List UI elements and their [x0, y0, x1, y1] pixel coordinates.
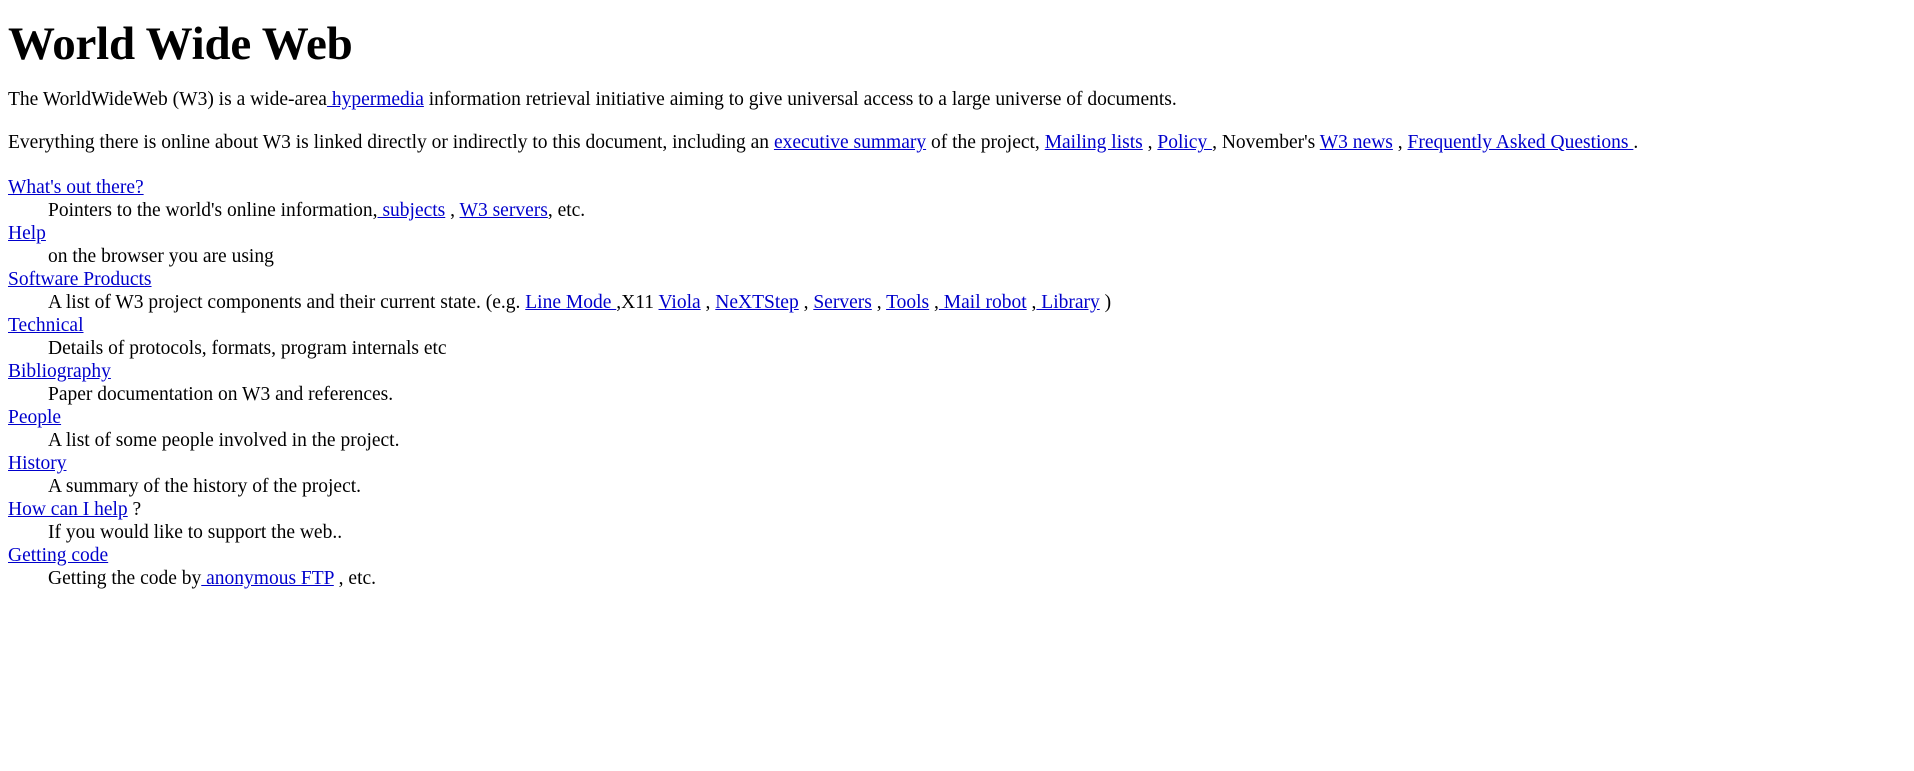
link-subjects[interactable]: subjects: [378, 200, 445, 221]
site-section-list: What's out there? Pointers to the world'…: [8, 176, 1904, 590]
link-bibliography[interactable]: Bibliography: [8, 361, 111, 382]
def-text-1: A summary of the history of the project.: [48, 475, 362, 497]
section-term-whats-out-there: What's out there?: [8, 176, 1904, 199]
section-definition-whats-out-there: Pointers to the world's online informati…: [48, 199, 1904, 222]
term-suffix: ?: [127, 498, 142, 520]
link-executive-summary[interactable]: executive summary: [774, 132, 926, 153]
link-w3-news[interactable]: W3 news: [1320, 132, 1393, 153]
link-frequently-asked-questions[interactable]: Frequently Asked Questions: [1408, 132, 1634, 153]
def-text-7: ,: [1026, 291, 1037, 313]
page-title: World Wide Web: [8, 18, 353, 70]
def-text-1: on the browser you are using: [48, 245, 274, 267]
section-definition-software-products: A list of W3 project components and thei…: [48, 291, 1904, 314]
intro-paragraph-1: The WorldWideWeb (W3) is a wide-area hyp…: [8, 89, 1904, 111]
def-text-6: ,: [929, 291, 939, 313]
section-definition-people: A list of some people involved in the pr…: [48, 429, 1904, 452]
link-library[interactable]: Library: [1036, 292, 1099, 313]
def-text-1: A list of W3 project components and thei…: [48, 291, 526, 313]
section-definition-history: A summary of the history of the project.: [48, 475, 1904, 498]
link-policy[interactable]: Policy: [1157, 132, 1212, 153]
section-term-software-products: Software Products: [8, 268, 1904, 291]
def-text-2: , etc.: [333, 567, 377, 589]
def-text-1: If you would like to support the web..: [48, 521, 343, 543]
def-text-1: Paper documentation on W3 and references…: [48, 383, 394, 405]
def-text-1: Pointers to the world's online informati…: [48, 199, 378, 221]
intro-p2-text-4: , November's: [1212, 132, 1320, 154]
section-definition-help: on the browser you are using: [48, 245, 1904, 268]
link-whats-out-there[interactable]: What's out there?: [8, 177, 144, 198]
section-definition-bibliography: Paper documentation on W3 and references…: [48, 383, 1904, 406]
def-text-5: ,: [871, 291, 887, 313]
section-term-history: History: [8, 452, 1904, 475]
intro-p2-text-5: ,: [1392, 132, 1408, 154]
intro-paragraph-2: Everything there is online about W3 is l…: [8, 132, 1904, 154]
link-viola[interactable]: Viola: [659, 292, 701, 313]
section-term-bibliography: Bibliography: [8, 360, 1904, 383]
link-servers[interactable]: Servers: [813, 292, 871, 313]
link-getting-code[interactable]: Getting code: [8, 545, 108, 566]
link-help[interactable]: Help: [8, 223, 46, 244]
link-nextstep[interactable]: NeXTStep: [715, 292, 798, 313]
def-text-1: Getting the code by: [48, 567, 202, 589]
page-body: World Wide Web The WorldWideWeb (W3) is …: [0, 0, 1914, 590]
def-text-1: Details of protocols, formats, program i…: [48, 337, 447, 359]
intro-p1-text-after: information retrieval initiative aiming …: [423, 89, 1177, 110]
intro-p1-text-before: The WorldWideWeb (W3) is a wide-area: [8, 89, 327, 110]
intro-p2-text-2: of the project,: [926, 132, 1045, 154]
section-term-people: People: [8, 406, 1904, 429]
def-text-2: ,: [445, 199, 460, 221]
def-text-1: A list of some people involved in the pr…: [48, 429, 400, 451]
link-hypermedia[interactable]: hypermedia: [327, 89, 424, 110]
intro-p2-text-6: .: [1633, 132, 1639, 154]
section-term-help: Help: [8, 222, 1904, 245]
def-text-4: ,: [798, 291, 814, 313]
section-definition-technical: Details of protocols, formats, program i…: [48, 337, 1904, 360]
link-technical[interactable]: Technical: [8, 315, 84, 336]
section-definition-getting-code: Getting the code by anonymous FTP , etc.: [48, 567, 1904, 590]
intro-p2-text-3: ,: [1142, 132, 1158, 154]
section-term-getting-code: Getting code: [8, 544, 1904, 567]
section-definition-how-can-i-help: If you would like to support the web..: [48, 521, 1904, 544]
intro-p2-text-1: Everything there is online about W3 is l…: [8, 132, 774, 154]
link-software-products[interactable]: Software Products: [8, 269, 152, 290]
section-term-technical: Technical: [8, 314, 1904, 337]
link-line-mode[interactable]: Line Mode: [525, 292, 616, 313]
def-text-3: ,: [700, 291, 716, 313]
link-mailing-lists[interactable]: Mailing lists: [1045, 132, 1143, 153]
link-w3-servers[interactable]: W3 servers: [460, 200, 548, 221]
link-how-can-i-help[interactable]: How can I help: [8, 499, 128, 520]
link-people[interactable]: People: [8, 407, 61, 428]
def-text-2: ,X11: [616, 291, 659, 313]
def-text-3: , etc.: [547, 199, 586, 221]
link-anonymous-ftp[interactable]: anonymous FTP: [201, 568, 334, 589]
section-term-how-can-i-help: How can I help ?: [8, 498, 1904, 521]
link-mail-robot[interactable]: Mail robot: [939, 292, 1027, 313]
link-history[interactable]: History: [8, 453, 67, 474]
def-text-8: ): [1099, 291, 1112, 313]
link-tools[interactable]: Tools: [886, 292, 929, 313]
